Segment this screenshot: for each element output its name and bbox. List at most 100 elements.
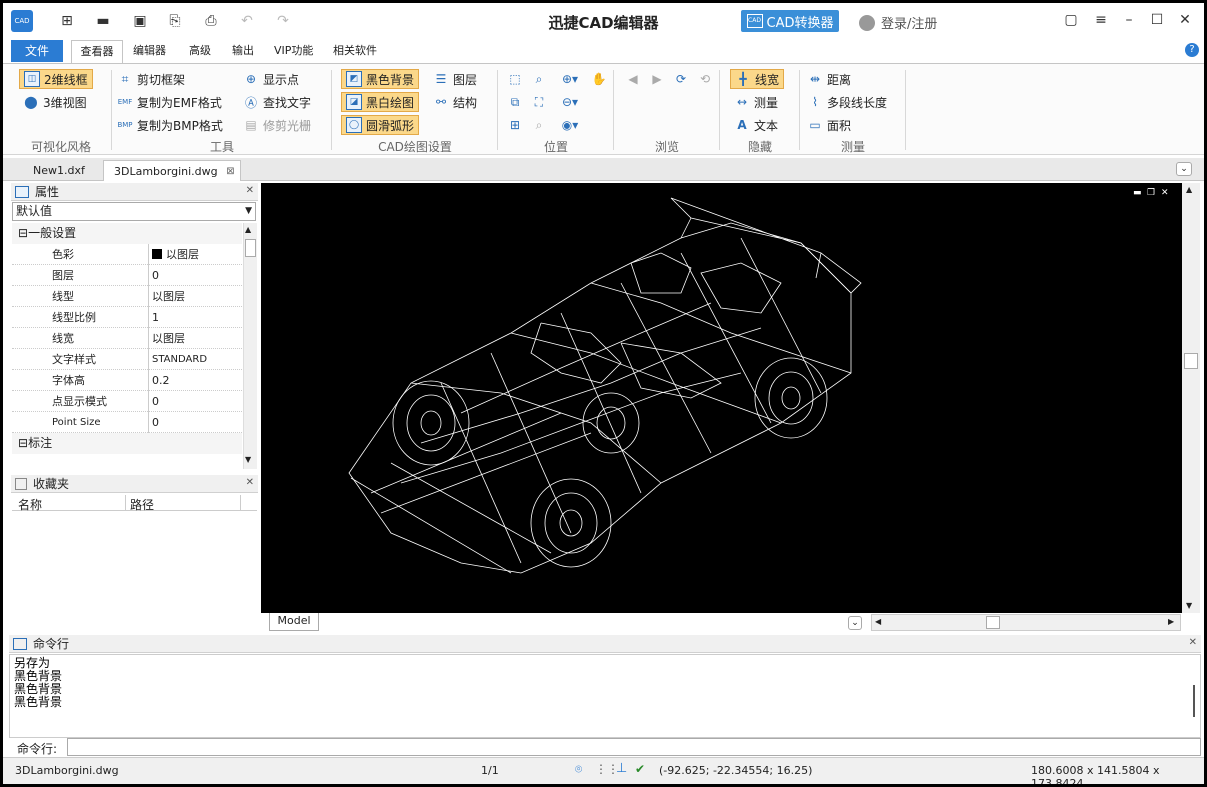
tab-advanced[interactable]: 高级 [181, 39, 219, 63]
scroll-up-icon[interactable]: ▲ [1186, 185, 1192, 194]
close-panel-icon[interactable]: ✕ [1189, 637, 1197, 648]
area-button[interactable]: ▭ 面积 [807, 115, 851, 135]
canvas-vertical-scrollbar[interactable]: ▲ ▼ [1182, 183, 1200, 613]
scroll-left-icon[interactable]: ◀ [875, 617, 881, 626]
column-path[interactable]: 路径 [130, 496, 154, 513]
property-row[interactable]: 线宽 以图层 [12, 328, 242, 349]
pan-hand-icon[interactable]: ✋ [591, 71, 607, 87]
canvas-restore-icon[interactable]: ❐ [1147, 188, 1155, 198]
scroll-up-icon[interactable]: ▲ [245, 225, 251, 234]
canvas-minimize-icon[interactable]: ▬ [1133, 188, 1142, 198]
measure-toggle[interactable]: ↔ 测量 [734, 92, 778, 112]
properties-scrollbar[interactable]: ▲ ▼ [243, 223, 257, 469]
new-file-icon[interactable]: ⊞ [57, 12, 77, 30]
drawing-canvas[interactable]: ▬ ❐ ✕ [261, 183, 1182, 613]
zoom-window-icon[interactable]: ⬚ [507, 71, 523, 87]
clip-frame-button[interactable]: ⌗ 剪切框架 [117, 69, 185, 89]
property-row[interactable]: 图层 0 [12, 265, 242, 286]
redo-icon[interactable]: ↷ [273, 12, 293, 30]
property-row[interactable]: 字体高 0.2 [12, 370, 242, 391]
orbit-dropdown-icon[interactable]: ◉▾ [557, 117, 583, 133]
copy-bmp-button[interactable]: BMP 复制为BMP格式 [117, 115, 222, 135]
scroll-down-icon[interactable]: ▼ [1186, 601, 1192, 610]
find-text-button[interactable]: Ⓐ 查找文字 [243, 92, 311, 112]
scroll-right-icon[interactable]: ▶ [1168, 617, 1174, 626]
print-icon[interactable]: ⎙ [201, 12, 221, 30]
command-input[interactable] [67, 738, 1201, 756]
menu-icon[interactable]: ≡ [1091, 12, 1111, 30]
doc-tab-new1[interactable]: New1.dxf [23, 160, 95, 181]
zoom-extents-icon[interactable]: ⌕ [531, 71, 547, 87]
doc-tab-lamborgini[interactable]: 3DLamborgini.dwg ⊠ [103, 160, 241, 181]
close-panel-icon[interactable]: ✕ [246, 477, 254, 488]
distance-button[interactable]: ⇹ 距离 [807, 69, 851, 89]
tab-file[interactable]: 文件 [11, 40, 63, 62]
log-scroll-thumb[interactable] [1193, 685, 1195, 717]
properties-selector[interactable]: 默认值 ▼ [12, 202, 256, 221]
property-row[interactable]: 点显示模式 0 [12, 391, 242, 412]
export-pdf-icon[interactable]: ⎘ [165, 12, 185, 30]
fit-screen-icon[interactable]: ⛶ [531, 94, 547, 110]
cad-converter-button[interactable]: CAD CAD转换器 [741, 10, 839, 32]
property-row[interactable]: 线型比例 1 [12, 307, 242, 328]
show-points-button[interactable]: ⊕ 显示点 [243, 69, 299, 89]
tab-related-software[interactable]: 相关软件 [325, 39, 385, 63]
property-row[interactable]: 线型 以图层 [12, 286, 242, 307]
close-button[interactable]: ✕ [1175, 12, 1195, 30]
maximize-button[interactable]: ☐ [1147, 12, 1167, 30]
close-panel-icon[interactable]: ✕ [246, 185, 254, 196]
ortho-icon[interactable]: ⊥ [616, 761, 627, 776]
zoom-realtime-icon[interactable]: ⌕ [531, 117, 547, 133]
open-folder-icon[interactable]: ▬ [93, 12, 113, 30]
rotate-view-icon[interactable]: ⟳ [673, 71, 689, 87]
zoom-in-dropdown-icon[interactable]: ⊕▾ [557, 71, 583, 87]
black-background-button[interactable]: ◩ 黑色背景 [341, 69, 420, 89]
line-width-toggle[interactable]: ╋ 线宽 [730, 69, 785, 89]
copy-emf-button[interactable]: EMF 复制为EMF格式 [117, 92, 222, 112]
property-row[interactable]: 文字样式 STANDARD [12, 349, 242, 370]
close-tab-icon[interactable]: ⊠ [226, 161, 234, 182]
scroll-thumb[interactable] [245, 239, 256, 257]
help-icon[interactable]: ? [1185, 43, 1199, 57]
scroll-thumb[interactable] [1184, 353, 1198, 369]
tab-list-dropdown-icon[interactable]: ⌄ [1176, 162, 1192, 176]
smooth-arc-button[interactable]: ◯ 圆滑弧形 [341, 115, 420, 135]
tab-editor[interactable]: 编辑器 [125, 39, 174, 63]
canvas-horizontal-scrollbar[interactable]: ◀ ▶ [871, 614, 1181, 631]
tab-output[interactable]: 输出 [224, 39, 262, 63]
section-general[interactable]: ⊟一般设置 [12, 223, 242, 244]
layout-dropdown-icon[interactable]: ⌄ [848, 616, 862, 630]
layers-button[interactable]: ☰ 图层 [433, 69, 477, 89]
2d-wireframe-button[interactable]: ◫ 2维线框 [19, 69, 93, 89]
text-toggle[interactable]: A 文本 [734, 115, 778, 135]
polar-tracking-icon[interactable]: ✔ [635, 762, 645, 776]
snap-icon[interactable]: ⌾ [575, 762, 582, 777]
zoom-out-dropdown-icon[interactable]: ⊖▾ [557, 94, 583, 110]
polyline-length-button[interactable]: ⌇ 多段线长度 [807, 92, 887, 112]
2d-wireframe-label: 2维线框 [44, 72, 88, 87]
zoom-previous-icon[interactable]: ⧉ [507, 94, 523, 110]
trim-raster-button[interactable]: ▤ 修剪光栅 [243, 115, 311, 135]
undo-icon[interactable]: ↶ [237, 12, 257, 30]
save-icon[interactable]: ▣ [130, 12, 150, 30]
tab-viewer[interactable]: 查看器 [71, 40, 123, 64]
back-arrow-icon[interactable]: ◀ [625, 71, 641, 87]
tab-vip[interactable]: VIP功能 [266, 39, 321, 63]
feedback-icon[interactable]: ▢ [1061, 12, 1081, 30]
forward-arrow-icon[interactable]: ▶ [649, 71, 665, 87]
scroll-thumb[interactable] [986, 616, 1000, 629]
3d-view-button[interactable]: ⬤ 3维视图 [23, 92, 86, 112]
structure-button[interactable]: ⚯ 结构 [433, 92, 477, 112]
column-name[interactable]: 名称 [18, 496, 42, 513]
minimize-button[interactable]: – [1119, 12, 1139, 30]
section-annotation[interactable]: ⊟标注 [12, 433, 242, 454]
bw-drawing-button[interactable]: ◪ 黑白绘图 [341, 92, 420, 112]
model-tab[interactable]: Model [269, 613, 319, 631]
rotate-back-icon[interactable]: ⟲ [697, 71, 713, 87]
view-3d-icon[interactable]: ⊞ [507, 117, 523, 133]
scroll-down-icon[interactable]: ▼ [245, 455, 251, 464]
canvas-close-icon[interactable]: ✕ [1161, 188, 1169, 198]
property-row[interactable]: 色彩 以图层 [12, 244, 242, 265]
property-row[interactable]: Point Size 0 [12, 412, 242, 433]
login-button[interactable]: 登录/注册 [859, 13, 937, 32]
